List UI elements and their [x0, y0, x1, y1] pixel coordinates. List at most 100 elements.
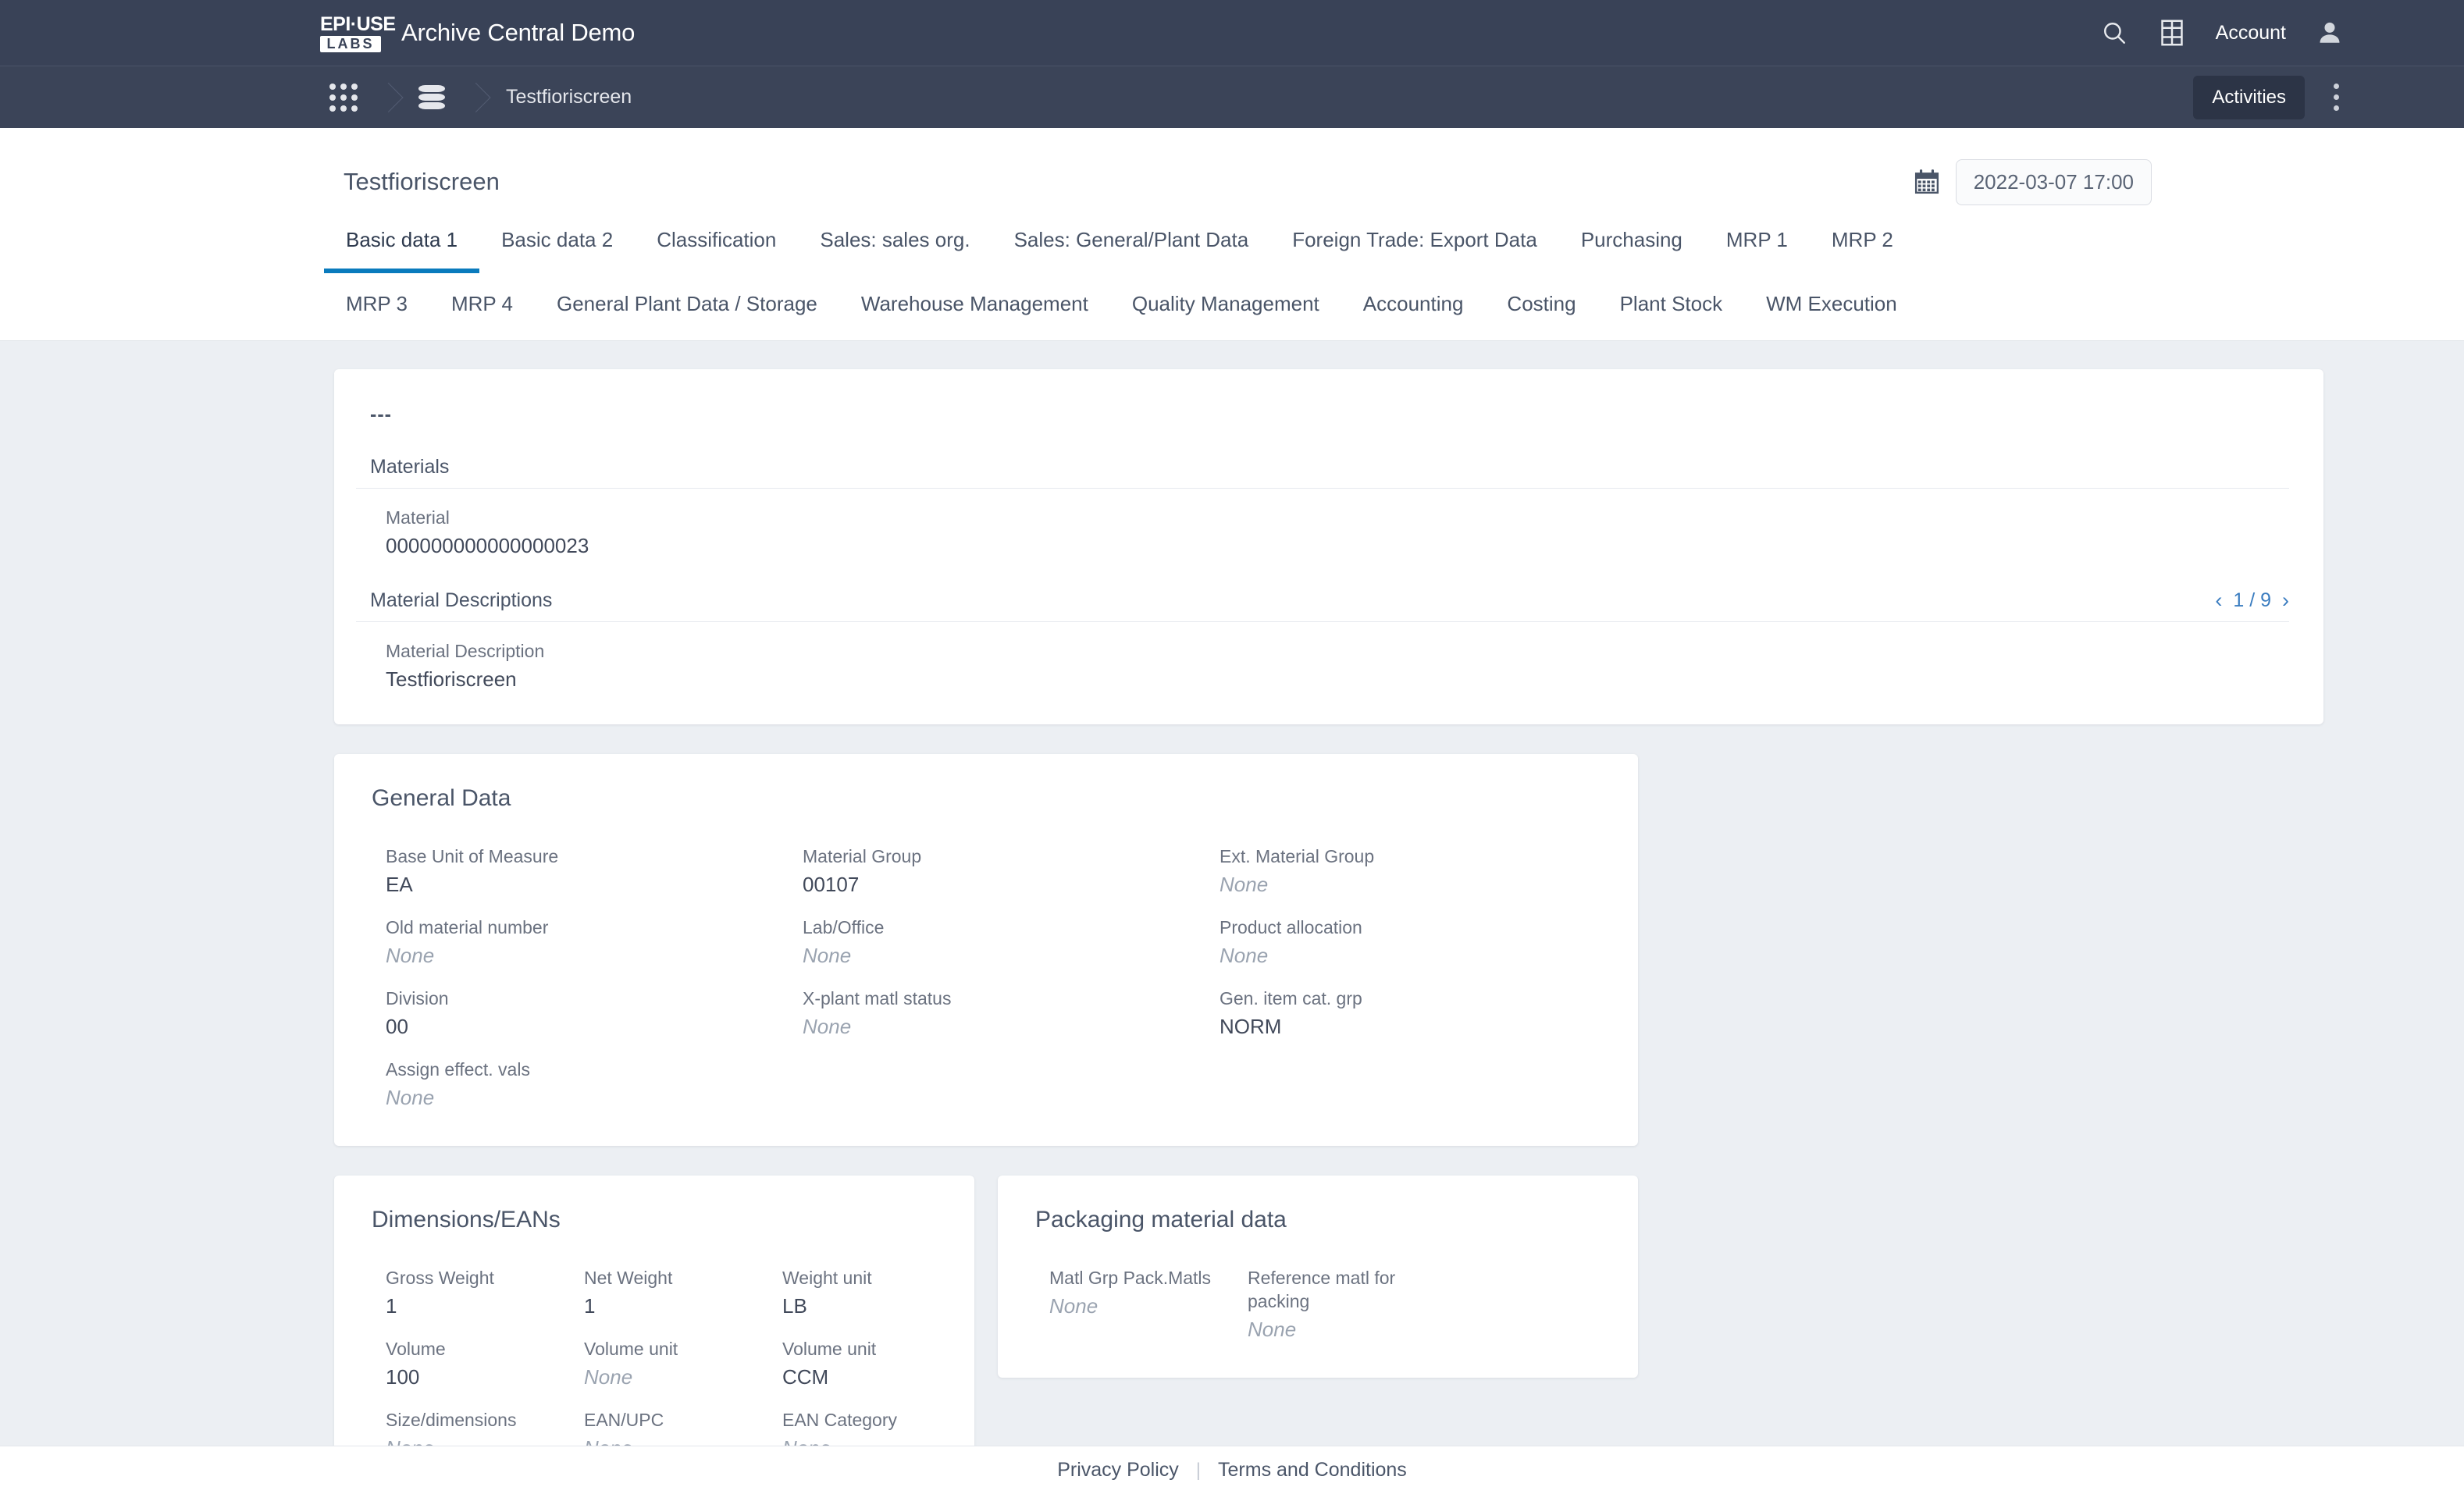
breadcrumb-separator [462, 66, 489, 129]
calendar-icon [1912, 167, 1942, 197]
field-label: Volume [386, 1339, 446, 1359]
tab-wm-execution[interactable]: WM Execution [1744, 273, 1919, 337]
material-card-title: --- [370, 404, 392, 425]
field-label: Material Group [803, 846, 922, 866]
breadcrumb-label: Testfioriscreen [506, 86, 632, 108]
account-label[interactable]: Account [2216, 22, 2286, 44]
field-material: Material 000000000000000023 [356, 489, 2289, 560]
field-product-allocation: Product allocation None [1190, 898, 1607, 969]
tab-mrp-3[interactable]: MRP 3 [324, 273, 429, 337]
tab-general-plant-storage[interactable]: General Plant Data / Storage [535, 273, 839, 337]
tab-plant-stock[interactable]: Plant Stock [1598, 273, 1745, 337]
terms-and-conditions-link[interactable]: Terms and Conditions [1218, 1459, 1407, 1482]
object-header-row: Testfioriscreen 2022-03-07 17:00 [0, 155, 2464, 209]
tab-sales-general-plant[interactable]: Sales: General/Plant Data [992, 209, 1271, 273]
tab-accounting[interactable]: Accounting [1341, 273, 1486, 337]
field-gross-weight: Gross Weight 1 [356, 1249, 554, 1320]
shell-bar-right: Account [2097, 16, 2347, 50]
footer-divider: | [1195, 1459, 1202, 1481]
dimensions-title: Dimensions/EANs [372, 1207, 561, 1233]
field-value: None [1220, 944, 1269, 967]
field-label: Lab/Office [803, 917, 885, 937]
field-value: 00 [386, 1015, 408, 1038]
field-gen-item-cat-grp: Gen. item cat. grp NORM [1190, 969, 1607, 1040]
field-size-dimensions: Size/dimensions None [356, 1391, 554, 1446]
general-data-card: General Data Base Unit of Measure EA Mat… [334, 754, 1638, 1146]
app-title: Archive Central Demo [401, 19, 636, 46]
pager-count: 1 / 9 [2233, 589, 2271, 611]
field-label: Volume unit [584, 1339, 678, 1359]
bottom-cards-row: Dimensions/EANs Gross Weight 1 Net Weigh… [334, 1176, 2464, 1446]
field-ean-category: EAN Category None [753, 1391, 951, 1446]
field-value: None [1248, 1318, 1297, 1341]
general-data-grid: Base Unit of Measure EA Material Group 0… [356, 827, 1607, 1112]
shell-bar-left: EPI·USE LABS Archive Central Demo [320, 14, 635, 52]
field-matl-grp-pack-matls: Matl Grp Pack.Matls None [1020, 1249, 1218, 1343]
activities-button[interactable]: Activities [2193, 75, 2305, 119]
page-footer: Privacy Policy | Terms and Conditions [0, 1446, 2464, 1494]
field-label: Weight unit [782, 1268, 872, 1288]
field-value: Testfioriscreen [386, 667, 517, 691]
tab-costing[interactable]: Costing [1485, 273, 1597, 337]
field-weight-unit: Weight unit LB [753, 1249, 951, 1320]
field-value: None [1220, 873, 1269, 896]
tab-row-1: Basic data 1 Basic data 2 Classification… [324, 209, 2152, 273]
field-label: Material Description [386, 641, 545, 661]
field-value: None [782, 1434, 951, 1446]
field-label: X-plant matl status [803, 988, 952, 1008]
field-value: None [584, 1434, 753, 1446]
tab-row-2: MRP 3 MRP 4 General Plant Data / Storage… [324, 273, 2152, 337]
breadcrumb-item-database[interactable] [401, 66, 462, 129]
pager-prev-icon[interactable]: ‹ [2215, 590, 2222, 611]
tab-basic-data-1[interactable]: Basic data 1 [324, 209, 480, 273]
field-ext-material-group: Ext. Material Group None [1190, 827, 1607, 898]
field-value: None [803, 944, 852, 967]
dimensions-eans-card: Dimensions/EANs Gross Weight 1 Net Weigh… [334, 1176, 974, 1446]
packaging-grid-spacer [1416, 1249, 1615, 1343]
pager-next-icon[interactable]: › [2282, 590, 2289, 611]
breadcrumb-separator [375, 66, 401, 129]
tab-mrp-4[interactable]: MRP 4 [429, 273, 535, 337]
field-label: Division [386, 988, 449, 1008]
field-value: None [584, 1365, 633, 1389]
field-value: None [803, 1015, 852, 1038]
logo-top-text: EPI·USE [320, 12, 396, 35]
tab-purchasing[interactable]: Purchasing [1559, 209, 1704, 273]
field-material-description: Material Description Testfioriscreen [356, 622, 2289, 693]
user-avatar-icon[interactable] [2313, 16, 2347, 50]
tab-sales-sales-org[interactable]: Sales: sales org. [798, 209, 992, 273]
tab-classification[interactable]: Classification [635, 209, 798, 273]
vertical-dots-icon[interactable] [2317, 74, 2355, 121]
field-base-unit-of-measure: Base Unit of Measure EA [356, 827, 773, 898]
field-old-material-number: Old material number None [356, 898, 773, 969]
privacy-policy-link[interactable]: Privacy Policy [1057, 1459, 1179, 1482]
field-value: 100 [386, 1365, 420, 1389]
tab-mrp-2[interactable]: MRP 2 [1810, 209, 1915, 273]
field-net-weight: Net Weight 1 [554, 1249, 753, 1320]
field-x-plant-matl-status: X-plant matl status None [773, 969, 1190, 1040]
date-input[interactable]: 2022-03-07 17:00 [1955, 158, 2152, 205]
tab-mrp-1[interactable]: MRP 1 [1704, 209, 1810, 273]
packaging-material-data-card: Packaging material data Matl Grp Pack.Ma… [998, 1176, 1638, 1378]
material-descriptions-section-label: Material Descriptions [370, 589, 553, 611]
field-volume-unit-2: Volume unit CCM [753, 1320, 951, 1391]
tab-bar: Basic data 1 Basic data 2 Classification… [0, 209, 2464, 341]
breadcrumb-item-home[interactable] [312, 66, 375, 129]
tab-warehouse-management[interactable]: Warehouse Management [839, 273, 1110, 337]
field-ean-upc: EAN/UPC None [554, 1391, 753, 1446]
search-icon[interactable] [2097, 16, 2131, 50]
tab-foreign-trade-export[interactable]: Foreign Trade: Export Data [1270, 209, 1559, 273]
general-data-row: General Data Base Unit of Measure EA Mat… [334, 754, 2464, 1146]
field-label: Old material number [386, 917, 549, 937]
dimensions-grid: Gross Weight 1 Net Weight 1 Weight unit … [356, 1249, 951, 1446]
breadcrumb-item-current[interactable]: Testfioriscreen [489, 66, 649, 129]
field-material-group: Material Group 00107 [773, 827, 1190, 898]
tab-quality-management[interactable]: Quality Management [1110, 273, 1341, 337]
tab-basic-data-2[interactable]: Basic data 2 [479, 209, 635, 273]
table-grid-icon[interactable] [2155, 16, 2189, 50]
breadcrumb-bar-actions: Activities [2193, 74, 2355, 121]
packaging-title: Packaging material data [1035, 1207, 1287, 1233]
field-value: None [1049, 1294, 1098, 1318]
field-value: None [386, 1434, 554, 1446]
packaging-grid: Matl Grp Pack.Matls None Reference matl … [1020, 1249, 1615, 1343]
